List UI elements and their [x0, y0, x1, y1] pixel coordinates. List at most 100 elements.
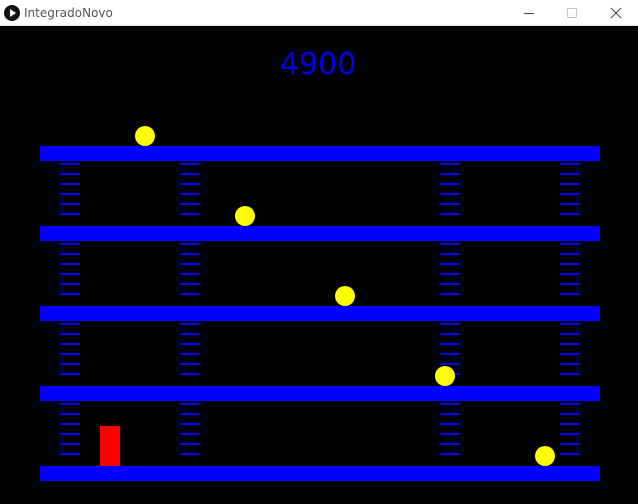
ladder-rung — [180, 423, 200, 425]
ladder-rung — [560, 183, 580, 185]
ladder-rung — [560, 413, 580, 415]
close-icon — [610, 7, 622, 19]
maximize-button[interactable] — [549, 0, 595, 26]
ladder-rung — [180, 173, 200, 175]
ladder — [560, 323, 580, 383]
ladder-rung — [560, 243, 580, 245]
ladder-rung — [60, 293, 80, 295]
player — [100, 426, 120, 466]
title-bar[interactable]: IntegradoNovo — [0, 0, 638, 26]
platform — [40, 466, 600, 481]
ladder-rung — [60, 453, 80, 455]
ladder — [60, 163, 80, 223]
ladder-rung — [180, 213, 200, 215]
ladder-rung — [440, 433, 460, 435]
platform — [40, 226, 600, 241]
ladder-rung — [180, 163, 200, 165]
ladder — [180, 403, 200, 463]
ladder-rung — [60, 203, 80, 205]
ladder-rung — [180, 293, 200, 295]
ladder-rung — [440, 263, 460, 265]
ladder-rung — [60, 263, 80, 265]
ladder-rung — [560, 433, 580, 435]
ladder-rung — [560, 373, 580, 375]
ladder-rung — [60, 173, 80, 175]
ladder-rung — [440, 283, 460, 285]
ladder-rung — [440, 363, 460, 365]
ladder — [180, 163, 200, 223]
ladder-rung — [180, 353, 200, 355]
ladder — [60, 403, 80, 463]
play-icon — [4, 5, 20, 21]
ladder-rung — [440, 453, 460, 455]
maximize-icon — [567, 8, 577, 18]
ladder-rung — [180, 433, 200, 435]
ladder-rung — [560, 353, 580, 355]
ladder-rung — [440, 323, 460, 325]
ladder — [180, 243, 200, 303]
ladder-rung — [560, 343, 580, 345]
ladder-rung — [60, 183, 80, 185]
ladder-rung — [440, 183, 460, 185]
ladder-rung — [180, 403, 200, 405]
ladder-rung — [440, 443, 460, 445]
ladder-rung — [560, 263, 580, 265]
ladder-rung — [440, 413, 460, 415]
ladder — [60, 243, 80, 303]
ladder-rung — [560, 443, 580, 445]
ladder-rung — [560, 253, 580, 255]
ladder-rung — [60, 353, 80, 355]
ladder-rung — [560, 213, 580, 215]
ladder-rung — [180, 363, 200, 365]
close-button[interactable] — [593, 0, 638, 26]
ball — [335, 286, 355, 306]
score-display: 4900 — [279, 47, 357, 82]
ladder-rung — [180, 283, 200, 285]
ladder-rung — [440, 193, 460, 195]
ladder-rung — [180, 413, 200, 415]
ladder — [560, 163, 580, 223]
ladder-rung — [180, 193, 200, 195]
game-window: IntegradoNovo 4900 — [0, 0, 638, 504]
ladder-rung — [440, 203, 460, 205]
minimize-icon — [524, 13, 534, 14]
ladder-rung — [440, 403, 460, 405]
ladder-rung — [60, 273, 80, 275]
ladder-rung — [560, 173, 580, 175]
game-canvas[interactable]: 4900 — [0, 26, 638, 504]
ladder-rung — [180, 323, 200, 325]
ladder-rung — [60, 443, 80, 445]
ladder-rung — [60, 333, 80, 335]
ladder-rung — [440, 253, 460, 255]
ball — [435, 366, 455, 386]
ladder-rung — [60, 403, 80, 405]
ladder — [440, 163, 460, 223]
ball — [235, 206, 255, 226]
ladder-rung — [60, 323, 80, 325]
ladder-rung — [440, 343, 460, 345]
ladder-rung — [180, 373, 200, 375]
ladder-rung — [60, 413, 80, 415]
ladder-rung — [60, 193, 80, 195]
ladder — [180, 323, 200, 383]
ladder-rung — [60, 433, 80, 435]
ball — [135, 126, 155, 146]
ladder-rung — [180, 343, 200, 345]
ladder — [440, 403, 460, 463]
ladder-rung — [60, 213, 80, 215]
ball — [535, 446, 555, 466]
ladder-rung — [60, 253, 80, 255]
ladder-rung — [440, 423, 460, 425]
ladder — [440, 243, 460, 303]
ladder-rung — [60, 363, 80, 365]
ladder-rung — [560, 453, 580, 455]
ladder-rung — [60, 423, 80, 425]
ladder-rung — [440, 243, 460, 245]
minimize-button[interactable] — [506, 0, 552, 26]
ladder-rung — [440, 293, 460, 295]
ladder-rung — [180, 333, 200, 335]
ladder-rung — [60, 243, 80, 245]
ladder-rung — [560, 323, 580, 325]
ladder-rung — [560, 363, 580, 365]
ladder-rung — [180, 273, 200, 275]
